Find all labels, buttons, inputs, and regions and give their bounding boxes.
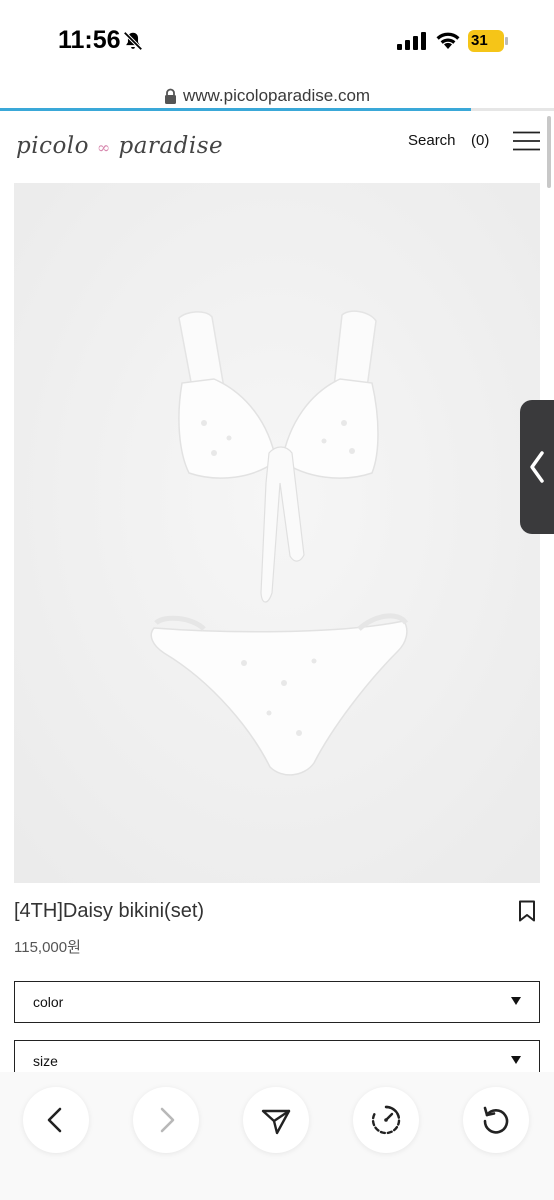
color-select-label: color bbox=[33, 994, 64, 1010]
size-select-label: size bbox=[33, 1053, 58, 1069]
lock-icon bbox=[165, 88, 176, 104]
chevron-left-icon bbox=[530, 451, 544, 483]
battery-indicator: 31 bbox=[468, 30, 508, 52]
battery-level: 31 bbox=[471, 32, 488, 49]
logo-text-right: paradise bbox=[118, 133, 224, 159]
hamburger-menu-icon[interactable] bbox=[513, 131, 540, 151]
battery-cap bbox=[505, 37, 508, 45]
caret-down-icon bbox=[511, 997, 521, 1005]
status-time: 11:56 bbox=[58, 26, 121, 54]
bow-icon: ∞ bbox=[96, 138, 111, 157]
share-button[interactable] bbox=[243, 1087, 309, 1153]
side-panel-tab[interactable] bbox=[520, 400, 554, 534]
site-header: picolo ∞ paradise Search (0) bbox=[0, 111, 554, 183]
cellular-signal-icon bbox=[397, 32, 426, 50]
wifi-icon bbox=[436, 32, 460, 49]
url-text[interactable]: www.picoloparadise.com bbox=[183, 86, 370, 106]
speed-dial-icon bbox=[371, 1105, 401, 1135]
back-arrow-icon bbox=[47, 1107, 62, 1133]
white-bikini-photo bbox=[14, 183, 540, 883]
bookmark-icon[interactable] bbox=[518, 900, 536, 922]
product-price: 115,000원 bbox=[14, 939, 81, 956]
product-title: [4TH]Daisy bikini(set) bbox=[14, 900, 205, 922]
address-bar[interactable]: www.picoloparadise.com bbox=[0, 80, 554, 110]
status-bar: 11:56 31 bbox=[0, 0, 554, 80]
product-image[interactable] bbox=[14, 183, 540, 883]
back-button[interactable] bbox=[23, 1087, 89, 1153]
caret-down-icon bbox=[511, 1056, 521, 1064]
cart-link[interactable]: (0) bbox=[471, 132, 489, 149]
speed-dial-button[interactable] bbox=[353, 1087, 419, 1153]
forward-arrow-icon bbox=[160, 1107, 175, 1133]
share-icon bbox=[261, 1109, 291, 1135]
forward-button[interactable] bbox=[133, 1087, 199, 1153]
search-link[interactable]: Search bbox=[408, 132, 456, 149]
bell-muted-icon bbox=[123, 31, 143, 51]
scrollbar-thumb[interactable] bbox=[547, 116, 551, 188]
reload-button[interactable] bbox=[463, 1087, 529, 1153]
color-select[interactable]: color bbox=[14, 981, 540, 1023]
reload-icon bbox=[483, 1106, 509, 1134]
logo-text-left: picolo bbox=[16, 133, 90, 159]
site-logo[interactable]: picolo ∞ paradise bbox=[16, 133, 223, 159]
browser-toolbar bbox=[0, 1072, 554, 1200]
